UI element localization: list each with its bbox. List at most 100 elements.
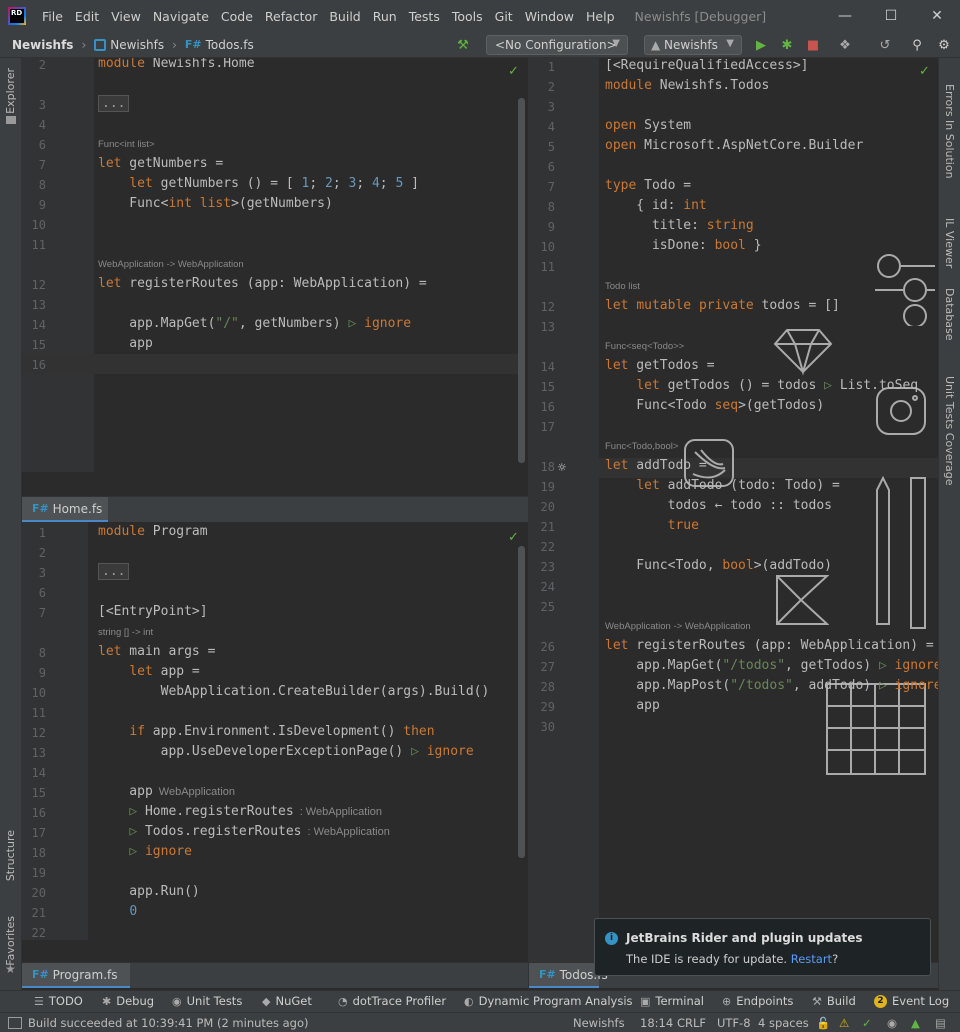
search-icon[interactable]: ⚲ xyxy=(908,36,926,54)
maximize-icon[interactable]: ☐ xyxy=(868,0,914,32)
code-line[interactable]: app.Run() xyxy=(98,884,199,899)
tool-window-terminal[interactable]: ▣ Terminal xyxy=(640,994,704,1008)
unit-tests-coverage-tab[interactable]: Unit Tests Coverage xyxy=(943,376,956,485)
tool-window-dynamic-program-analysis[interactable]: ◐ Dynamic Program Analysis xyxy=(464,994,633,1008)
code-line[interactable]: todos ← todo :: todos xyxy=(605,498,832,513)
code-line[interactable]: let getTodos = xyxy=(605,358,715,373)
minimize-icon[interactable]: — xyxy=(822,0,868,32)
code-line[interactable]: app.MapGet("/todos", getTodos) ▷ ignore xyxy=(605,658,938,673)
code-line[interactable]: Func<Todo, bool>(addTodo) xyxy=(605,558,832,573)
tool-window-nuget[interactable]: ◆ NuGet xyxy=(262,994,312,1008)
structure-tab[interactable]: Structure xyxy=(4,830,17,881)
tool-window-unit-tests[interactable]: ◉ Unit Tests xyxy=(172,994,242,1008)
code-line[interactable]: app.MapGet("/", getNumbers) ▷ ignore xyxy=(98,316,411,331)
run-target-dropdown[interactable]: ▲ Newishfs ▼ xyxy=(644,35,742,55)
line-ending[interactable]: CRLF xyxy=(677,1016,706,1030)
code-line[interactable]: module Program xyxy=(98,524,208,539)
code-line[interactable]: app.UseDeveloperExceptionPage() ▷ ignore xyxy=(98,744,474,759)
menu-code[interactable]: Code xyxy=(215,9,259,24)
code-line[interactable]: app.MapPost("/todos", addTodo) ▷ ignore xyxy=(605,678,938,693)
code-line[interactable]: let getNumbers () = [ 1; 2; 3; 4; 5 ] xyxy=(98,176,419,191)
menu-git[interactable]: Git xyxy=(489,9,519,24)
code-line[interactable]: let mutable private todos = [] xyxy=(605,298,840,313)
indent-setting[interactable]: 4 spaces xyxy=(758,1016,809,1030)
code-line[interactable]: isDone: bool } xyxy=(605,238,762,253)
menu-tests[interactable]: Tests xyxy=(403,9,446,24)
menu-tools[interactable]: Tools xyxy=(446,9,489,24)
gear-icon[interactable]: ⚙ xyxy=(935,36,953,54)
database-tab[interactable]: Database xyxy=(943,288,956,341)
code-line[interactable]: ▷ Home.registerRoutes: WebApplication xyxy=(98,804,382,819)
inspection-ok-icon[interactable]: ✓ xyxy=(862,1016,872,1030)
code-line[interactable]: [<RequireQualifiedAccess>] xyxy=(605,58,809,73)
code-line[interactable]: type Todo = xyxy=(605,178,691,193)
menu-help[interactable]: Help xyxy=(580,9,621,24)
code-line[interactable]: WebApplication.CreateBuilder(args).Build… xyxy=(98,684,490,699)
tool-window-endpoints[interactable]: ⊕ Endpoints xyxy=(722,994,793,1008)
code-line[interactable]: app xyxy=(605,698,660,713)
code-line[interactable]: ▷ ignore xyxy=(98,844,192,859)
breadcrumb-file[interactable]: Todos.fs xyxy=(206,38,254,52)
cursor-position[interactable]: 18:14 xyxy=(640,1016,673,1030)
code-line[interactable]: title: string xyxy=(605,218,754,233)
editor-todos-fs[interactable]: ☼ ✓ 1 [<RequireQualifiedAccess>] 2 module N… xyxy=(529,58,938,962)
tool-window-build[interactable]: ⚒ Build xyxy=(812,994,856,1008)
breadcrumb-solution[interactable]: Newishfs xyxy=(12,38,73,52)
editor-program-fs[interactable]: ✓ 1 module Program 2 3... 6 7 [<EntryPoint>] 8 s… xyxy=(22,522,528,940)
code-line[interactable]: app WebApplication xyxy=(98,784,235,799)
editor-home-fs[interactable]: ✓ 2 module Newishfs.Home 3... 4 6 7 Func<int l… xyxy=(22,58,528,472)
configuration-dropdown[interactable]: <No Configuration> ▼ xyxy=(486,35,628,55)
tab-home-fs[interactable]: F# Home.fs xyxy=(22,496,108,522)
vertical-scrollbar[interactable] xyxy=(518,98,525,463)
tool-window-todo[interactable]: ☰ TODO xyxy=(34,994,83,1008)
code-line[interactable]: ▷ Todos.registerRoutes: WebApplication xyxy=(98,824,390,839)
history-icon[interactable]: ↺ xyxy=(876,36,894,54)
explorer-tab[interactable]: Explorer xyxy=(4,68,17,114)
menu-navigate[interactable]: Navigate xyxy=(147,9,215,24)
errors-in-solution-tab[interactable]: Errors In Solution xyxy=(943,84,956,179)
code-line[interactable]: [<EntryPoint>] xyxy=(98,604,208,619)
code-line[interactable]: let registerRoutes (app: WebApplication)… xyxy=(605,638,934,653)
code-line[interactable]: open Microsoft.AspNetCore.Builder xyxy=(605,138,863,153)
code-line[interactable]: 0 xyxy=(98,904,137,919)
code-line[interactable]: let main args = xyxy=(98,644,215,659)
code-line[interactable]: { id: int xyxy=(605,198,706,213)
code-line[interactable]: let getNumbers = xyxy=(98,156,223,171)
favorites-tab[interactable]: Favorites xyxy=(4,916,17,966)
code-line[interactable]: let addTodo = xyxy=(605,458,707,473)
build-hammer-icon[interactable]: ⚒ xyxy=(454,36,472,54)
warning-icon[interactable]: ⚠ xyxy=(839,1016,849,1030)
menu-window[interactable]: Window xyxy=(519,9,580,24)
code-line[interactable]: module Newishfs.Todos xyxy=(605,78,769,93)
tab-program-fs[interactable]: F# Program.fs xyxy=(22,962,130,988)
code-line[interactable]: app xyxy=(98,336,153,351)
code-line[interactable]: true xyxy=(605,518,699,533)
debug-icon[interactable]: ✱ xyxy=(778,36,796,54)
vertical-scrollbar[interactable] xyxy=(518,546,525,858)
close-icon[interactable]: ✕ xyxy=(914,0,960,32)
attach-profiler-icon[interactable]: ❖ xyxy=(836,36,854,54)
restart-link[interactable]: Restart xyxy=(791,952,832,966)
run-icon[interactable]: ▶ xyxy=(752,36,770,54)
stop-icon[interactable]: ■ xyxy=(804,36,822,54)
menu-run[interactable]: Run xyxy=(367,9,403,24)
code-line[interactable]: let addTodo (todo: Todo) = xyxy=(605,478,840,493)
notifications-icon[interactable]: ▤ xyxy=(935,1016,946,1030)
code-line[interactable]: Func<Todo seq>(getTodos) xyxy=(605,398,824,413)
tool-window-event-log[interactable]: 2 Event Log xyxy=(874,994,949,1008)
code-line[interactable]: if app.Environment.IsDevelopment() then xyxy=(98,724,434,739)
lock-icon[interactable]: 🔓 xyxy=(816,1016,830,1030)
menu-build[interactable]: Build xyxy=(323,9,366,24)
tool-window-dottrace-profiler[interactable]: ◔ dotTrace Profiler xyxy=(338,994,446,1008)
menu-view[interactable]: View xyxy=(105,9,147,24)
build-icon[interactable]: ▲ xyxy=(911,1016,920,1030)
code-line[interactable]: let registerRoutes (app: WebApplication)… xyxy=(98,276,427,291)
hide-panels-icon[interactable] xyxy=(8,1017,22,1029)
code-line[interactable]: open System xyxy=(605,118,691,133)
code-line[interactable]: Func<int list>(getNumbers) xyxy=(98,196,333,211)
update-notification[interactable]: i JetBrains Rider and plugin updates The… xyxy=(594,918,931,976)
code-line[interactable]: ... xyxy=(98,563,130,580)
code-line[interactable]: let app = xyxy=(98,664,199,679)
code-line[interactable]: let getTodos () = todos ▷ List.toSeq xyxy=(605,378,918,393)
status-project[interactable]: Newishfs xyxy=(573,1016,625,1030)
